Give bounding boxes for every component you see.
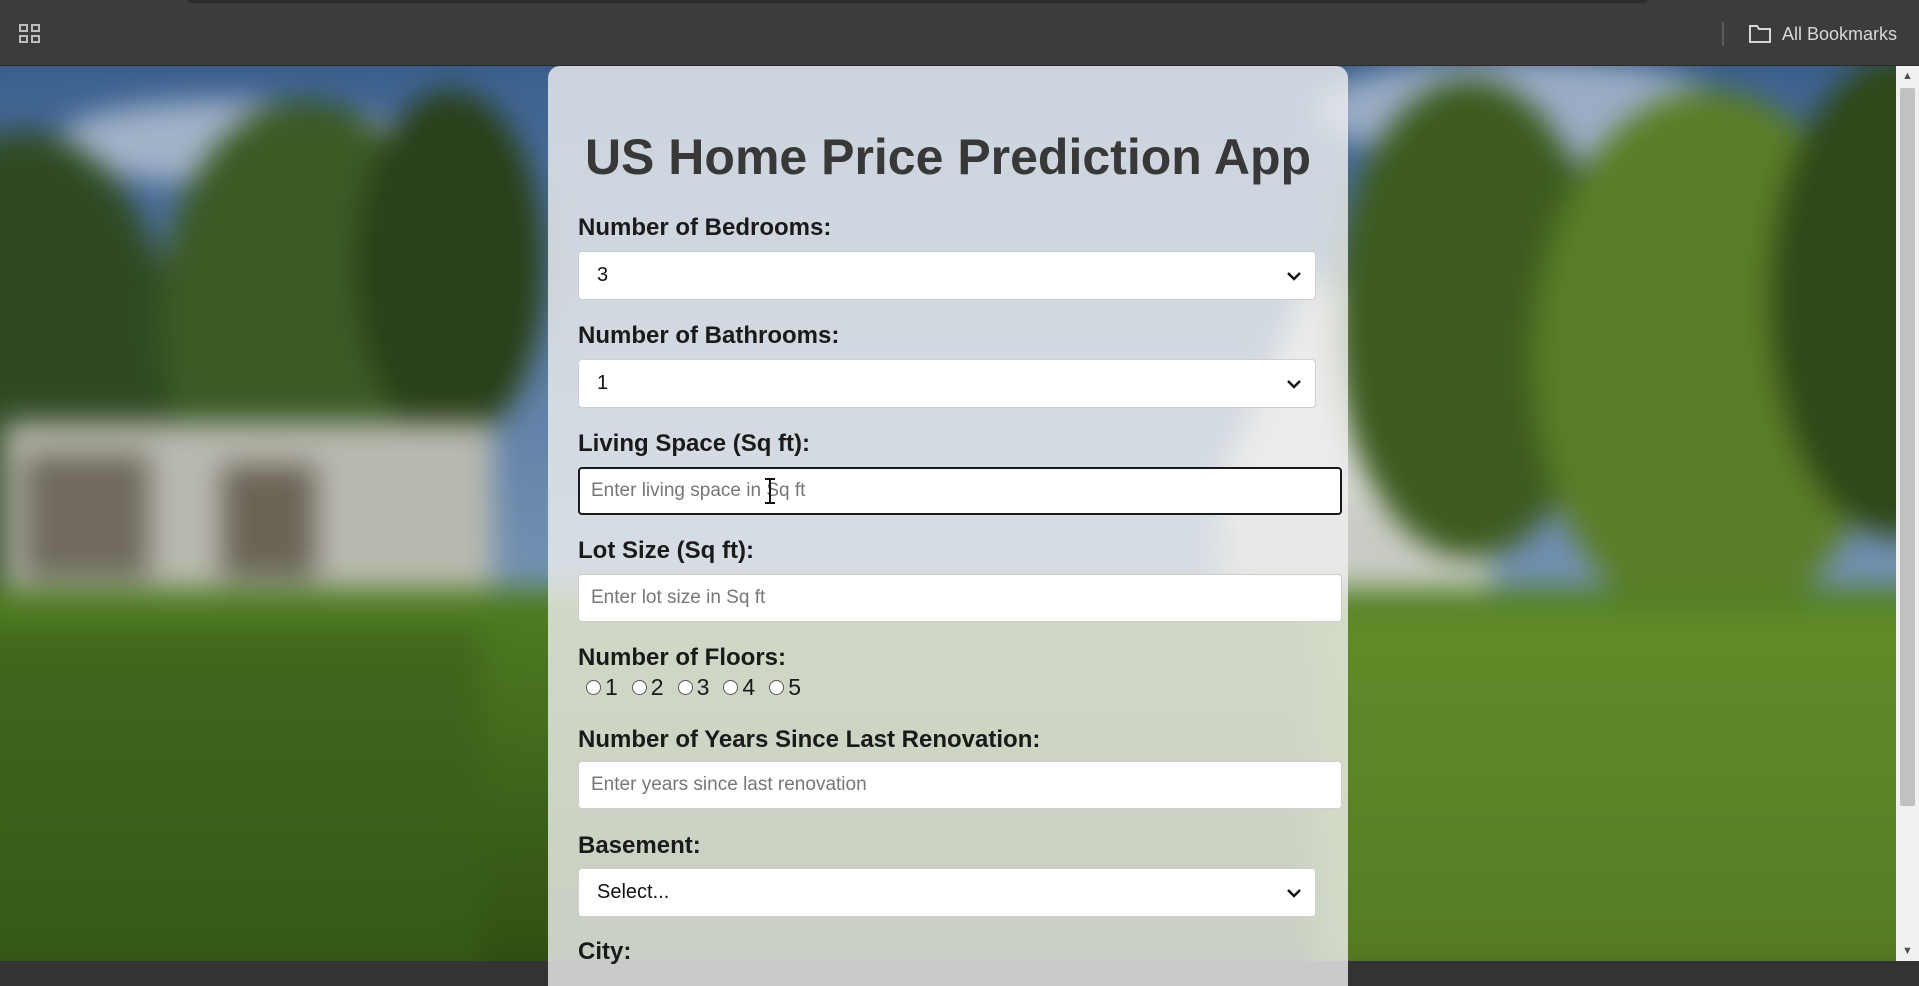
text-cursor-icon xyxy=(765,478,775,504)
floors-option-1[interactable]: 1 xyxy=(586,674,618,701)
browser-toolbar: All Bookmarks xyxy=(0,0,1919,66)
scroll-down-arrow-icon[interactable]: ▼ xyxy=(1896,941,1919,961)
lot-size-input[interactable] xyxy=(578,574,1342,622)
page-title: US Home Price Prediction App xyxy=(584,129,1312,185)
bedrooms-select[interactable]: 3 xyxy=(578,251,1316,300)
radio-button[interactable] xyxy=(723,680,739,695)
floors-option-5[interactable]: 5 xyxy=(769,674,801,701)
living-space-label: Living Space (Sq ft): xyxy=(578,430,811,457)
bathrooms-selected-value: 1 xyxy=(597,372,609,394)
floors-option-3[interactable]: 3 xyxy=(677,674,709,701)
city-label: City: xyxy=(578,938,632,965)
bathrooms-select[interactable]: 1 xyxy=(578,359,1316,408)
all-bookmarks-label: All Bookmarks xyxy=(1782,23,1898,44)
floors-radio-group: 1 2 3 4 5 xyxy=(586,674,801,701)
basement-label: Basement: xyxy=(578,832,701,859)
floors-option-4[interactable]: 4 xyxy=(723,674,755,701)
renovation-label: Number of Years Since Last Renovation: xyxy=(578,726,1041,753)
chevron-down-icon xyxy=(1287,380,1301,389)
toolbar-divider xyxy=(1722,22,1724,46)
radio-button[interactable] xyxy=(677,680,693,695)
address-bar-edge xyxy=(185,0,1650,3)
bedrooms-selected-value: 3 xyxy=(597,264,609,286)
living-space-input[interactable] xyxy=(578,467,1342,515)
floors-label: Number of Floors: xyxy=(578,644,786,671)
bedrooms-label: Number of Bedrooms: xyxy=(578,214,832,241)
basement-select[interactable]: Select... xyxy=(578,868,1316,917)
apps-grid-icon[interactable] xyxy=(18,22,42,46)
radio-button[interactable] xyxy=(769,680,785,695)
folder-icon xyxy=(1748,24,1772,44)
chevron-down-icon xyxy=(1287,272,1301,281)
page-scrollbar[interactable]: ▲ ▼ xyxy=(1896,66,1919,961)
all-bookmarks-button[interactable]: All Bookmarks xyxy=(1748,21,1897,47)
prediction-form-card: US Home Price Prediction App Number of B… xyxy=(548,66,1348,986)
scroll-up-arrow-icon[interactable]: ▲ xyxy=(1896,66,1919,86)
bathrooms-label: Number of Bathrooms: xyxy=(578,322,840,349)
floors-option-2[interactable]: 2 xyxy=(631,674,664,701)
lot-size-label: Lot Size (Sq ft): xyxy=(578,537,754,564)
basement-selected-value: Select... xyxy=(597,881,670,903)
chevron-down-icon xyxy=(1287,889,1301,898)
renovation-years-input[interactable] xyxy=(578,761,1342,809)
radio-button[interactable] xyxy=(586,680,601,695)
radio-button[interactable] xyxy=(631,680,647,695)
scrollbar-thumb[interactable] xyxy=(1900,88,1915,806)
